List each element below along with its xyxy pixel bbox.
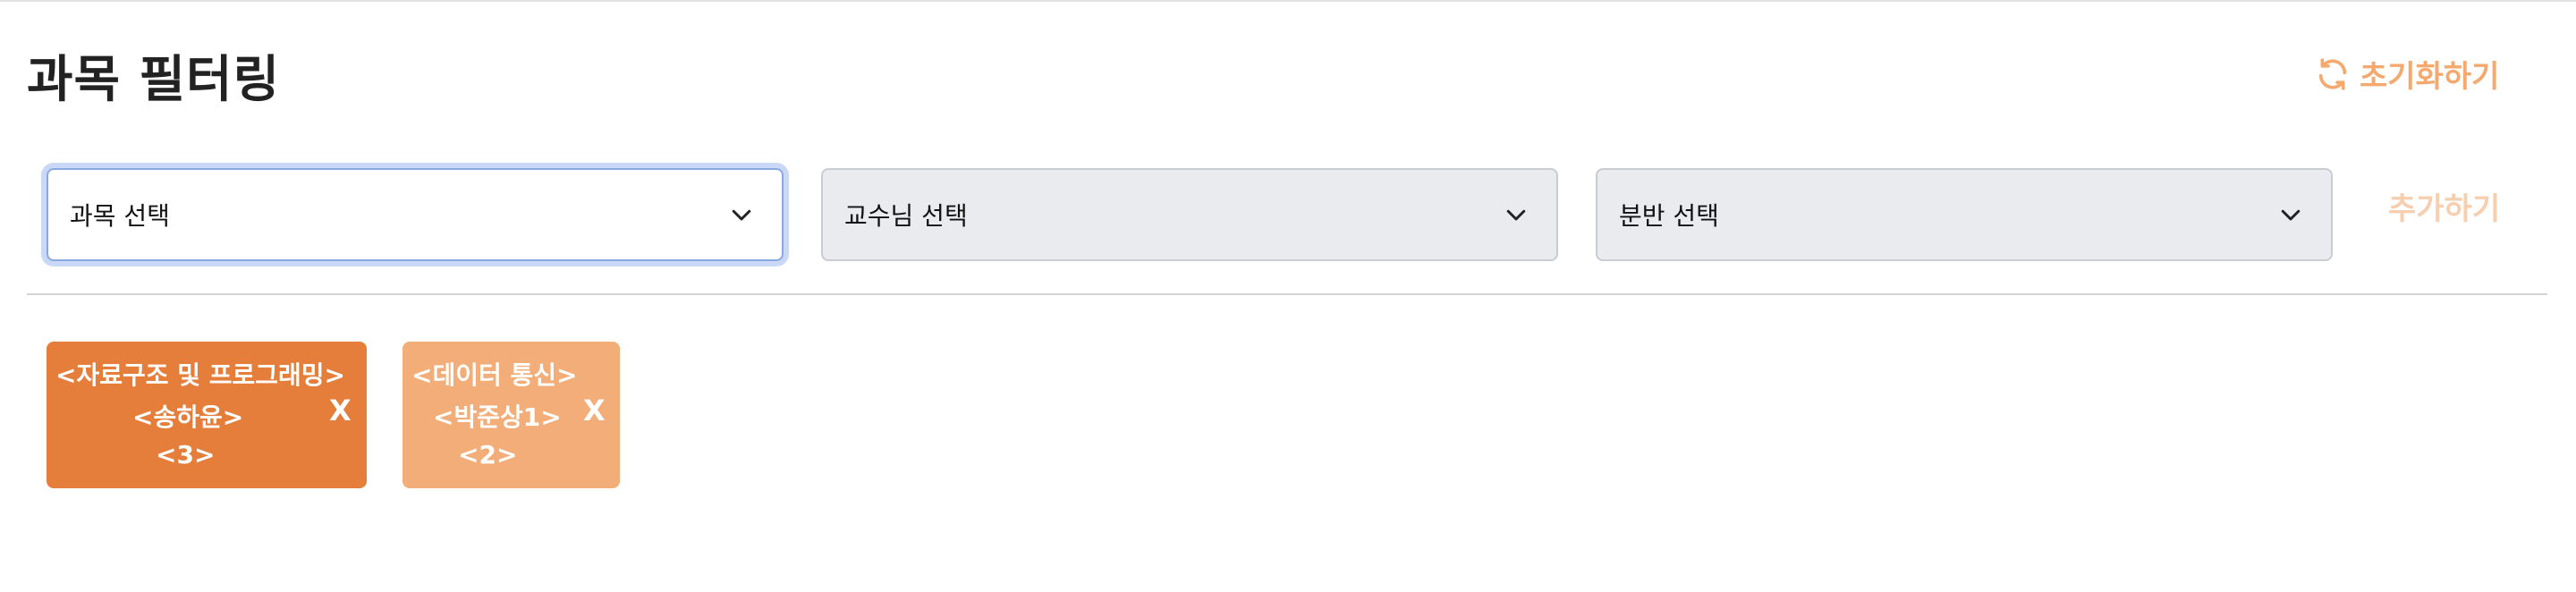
- professor-select[interactable]: 교수님 선택: [821, 168, 1558, 261]
- section-select[interactable]: 분반 선택: [1596, 168, 2333, 261]
- chip-subject: <데이터 통신>: [411, 360, 578, 390]
- selected-course-chip: <자료구조 및 프로그래밍> <송하윤> <3> X: [47, 342, 367, 488]
- refresh-icon: [2318, 57, 2347, 90]
- page-title: 과목 필터링: [27, 51, 281, 109]
- subject-select-label: 과목 선택: [70, 201, 170, 231]
- chevron-down-icon: [2281, 209, 2301, 221]
- chevron-down-icon: [732, 209, 751, 221]
- chip-professor: <박준상1>: [433, 402, 562, 432]
- reset-button[interactable]: 초기화하기: [2315, 52, 2499, 96]
- chip-section: <2>: [458, 440, 518, 469]
- subject-select[interactable]: 과목 선택: [47, 168, 784, 261]
- chip-section: <3>: [156, 440, 216, 469]
- reset-label: 초기화하기: [2360, 59, 2500, 95]
- selected-course-chip: <데이터 통신> <박준상1> <2> X: [402, 342, 620, 488]
- remove-button[interactable]: X: [583, 393, 606, 427]
- remove-button[interactable]: X: [329, 393, 352, 427]
- chip-professor: <송하윤>: [132, 402, 244, 432]
- chip-subject: <자료구조 및 프로그래밍>: [55, 360, 346, 390]
- professor-select-label: 교수님 선택: [844, 201, 968, 231]
- add-button[interactable]: 추가하기: [2388, 184, 2500, 228]
- section-select-label: 분반 선택: [1619, 201, 1719, 231]
- chevron-down-icon: [1506, 209, 1526, 221]
- divider: [27, 293, 2547, 295]
